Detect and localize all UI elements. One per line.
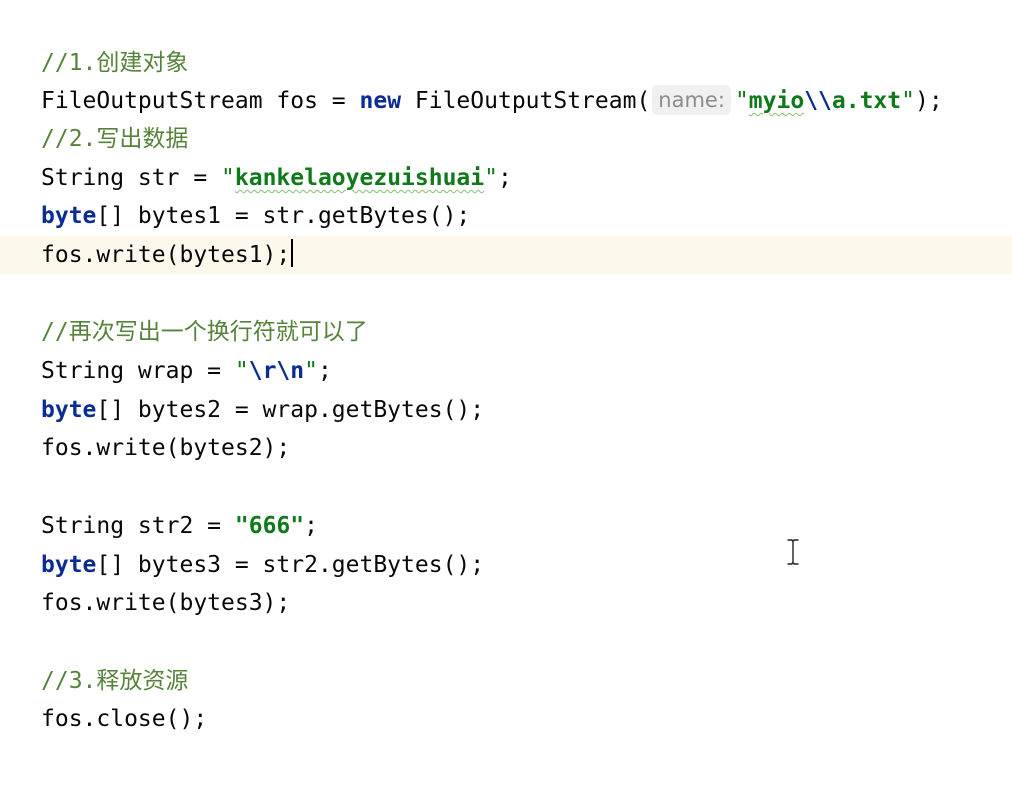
- code-keyword: byte: [41, 552, 97, 578]
- text-caret: [291, 239, 294, 267]
- code-line-6-current[interactable]: fos.write(bytes1);: [0, 236, 1012, 274]
- code-keyword: byte: [41, 397, 97, 423]
- string-quote: ": [484, 165, 498, 191]
- code-line-13[interactable]: String str2 = "666";: [0, 507, 1012, 545]
- code-text: fos.write(bytes3);: [41, 590, 291, 616]
- string-quote: ": [734, 88, 749, 114]
- string-quote: ": [304, 358, 318, 384]
- code-editor[interactable]: //1.创建对象 FileOutputStream fos = new File…: [0, 0, 1012, 795]
- code-text: String str =: [41, 165, 222, 191]
- code-text: fos.write(bytes1);: [41, 242, 291, 268]
- code-line-15[interactable]: fos.write(bytes3);: [0, 584, 1012, 622]
- code-comment: //3.释放资源: [41, 668, 189, 694]
- text-ibeam-cursor-icon: [787, 539, 799, 565]
- code-text: String str2 =: [41, 513, 235, 539]
- code-line-11[interactable]: fos.write(bytes2);: [0, 429, 1012, 467]
- code-line-2[interactable]: FileOutputStream fos = new FileOutputStr…: [0, 82, 1012, 120]
- code-text: ;: [317, 358, 332, 384]
- string-literal: a.txt: [831, 88, 902, 114]
- string-literal: kankelaoyezuishuai: [234, 165, 485, 191]
- code-text: ;: [497, 165, 512, 191]
- code-line-5[interactable]: byte[] bytes1 = str.getBytes();: [0, 197, 1012, 235]
- code-keyword: byte: [41, 203, 97, 229]
- code-text: [] bytes2 = wrap.getBytes();: [96, 397, 485, 423]
- code-text: fos.write(bytes2);: [41, 435, 291, 461]
- code-text: FileOutputStream(: [401, 88, 651, 114]
- code-line-14[interactable]: byte[] bytes3 = str2.getBytes();: [0, 546, 1012, 584]
- code-line-4[interactable]: String str = "kankelaoyezuishuai";: [0, 159, 1012, 197]
- parameter-hint: name:: [652, 85, 731, 115]
- string-quote: ": [221, 165, 235, 191]
- string-quote: ": [901, 88, 915, 114]
- string-quote: ": [234, 358, 249, 384]
- code-text: ;: [304, 513, 318, 539]
- code-line-3[interactable]: //2.写出数据: [0, 120, 1012, 158]
- code-text: );: [915, 88, 943, 114]
- code-line-18[interactable]: fos.close();: [0, 700, 1012, 738]
- code-text: fos.close();: [41, 706, 208, 732]
- code-line-10[interactable]: byte[] bytes2 = wrap.getBytes();: [0, 391, 1012, 429]
- code-text: FileOutputStream fos =: [41, 88, 360, 114]
- code-comment: //1.创建对象: [41, 50, 189, 76]
- string-escape: \\: [804, 88, 832, 114]
- code-line-9[interactable]: String wrap = "\r\n";: [0, 352, 1012, 390]
- code-text: [] bytes3 = str2.getBytes();: [96, 552, 485, 578]
- code-line-8[interactable]: //再次写出一个换行符就可以了: [0, 313, 1012, 351]
- string-escape: \r\n: [248, 358, 305, 384]
- code-comment: //再次写出一个换行符就可以了: [41, 319, 368, 345]
- code-text: [] bytes1 = str.getBytes();: [96, 203, 471, 229]
- code-text: String wrap =: [41, 358, 235, 384]
- code-line-17[interactable]: //3.释放资源: [0, 662, 1012, 700]
- code-line-1[interactable]: //1.创建对象: [0, 44, 1012, 82]
- string-literal: myio: [748, 88, 805, 114]
- code-comment: //2.写出数据: [41, 126, 189, 152]
- string-literal: "666": [234, 513, 305, 539]
- code-keyword: new: [359, 88, 402, 114]
